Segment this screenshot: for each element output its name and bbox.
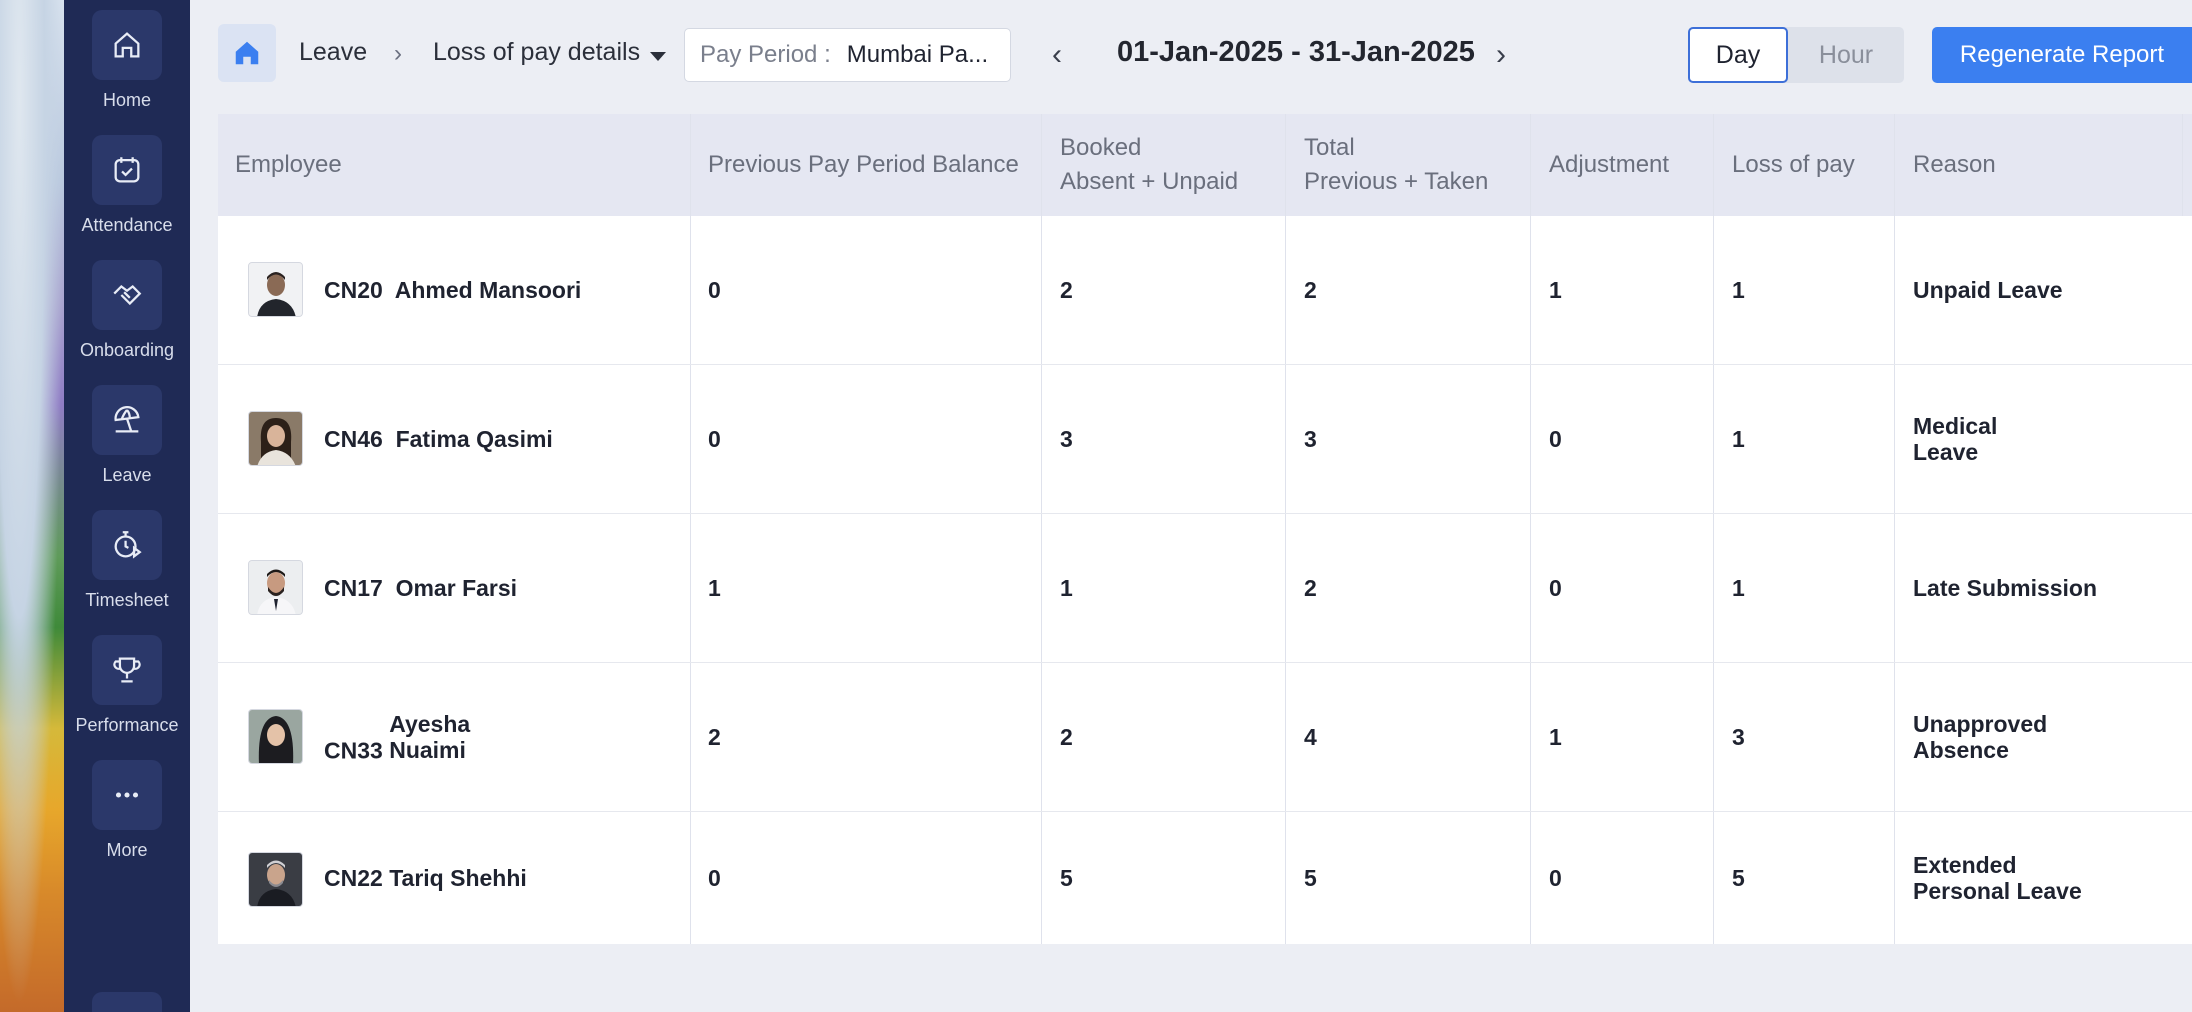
cell-loss-of-pay: 1 <box>1732 574 1745 601</box>
sidebar-collapse-button[interactable] <box>92 992 162 1012</box>
cell-adjustment: 0 <box>1549 574 1562 601</box>
toggle-hour-button[interactable]: Hour <box>1788 27 1904 83</box>
sidebar: Home Attendance Onboarding Leave Timeshe… <box>64 0 190 1012</box>
employee-name[interactable]: CN46 Fatima Qasimi <box>324 365 584 513</box>
handshake-icon <box>92 260 162 330</box>
sidebar-item-attendance[interactable]: Attendance <box>64 135 190 236</box>
breadcrumb-chevron-icon: › <box>394 40 402 67</box>
cell-adjustment: 1 <box>1549 276 1562 303</box>
sidebar-item-home[interactable]: Home <box>64 10 190 111</box>
date-range: 01-Jan-2025 - 31-Jan-2025 <box>1117 36 1475 68</box>
sidebar-item-more[interactable]: More <box>64 760 190 861</box>
pay-period-select[interactable]: Pay Period : Mumbai Pa... <box>684 28 1011 82</box>
avatar <box>248 852 303 907</box>
cell-booked: 2 <box>1060 276 1073 303</box>
table-header: Employee Previous Pay Period Balance Boo… <box>218 114 2192 216</box>
cell-total: 3 <box>1304 425 1317 452</box>
cell-loss-of-pay: 1 <box>1732 276 1745 303</box>
cell-total: 2 <box>1304 276 1317 303</box>
header-total: Total Previous + Taken <box>1287 114 1532 216</box>
cell-total: 2 <box>1304 574 1317 601</box>
pay-period-value: Mumbai Pa... <box>846 41 989 68</box>
stopwatch-icon <box>92 510 162 580</box>
sidebar-item-label: Performance <box>75 715 179 735</box>
cell-previous-balance: 0 <box>708 276 721 303</box>
sidebar-item-performance[interactable]: Performance <box>64 635 190 736</box>
table-row[interactable]: CN33 Ayesha Nuaimi 2 2 4 1 3 Unapproved … <box>218 663 2192 812</box>
employee-name[interactable]: CN22 Tariq Shehhi <box>324 812 584 944</box>
employee-name[interactable]: CN33 Ayesha Nuaimi <box>324 663 584 811</box>
table-row[interactable]: CN22 Tariq Shehhi 0 5 5 0 5 Extended Per… <box>218 812 2192 944</box>
sidebar-item-label: More <box>106 840 148 860</box>
unit-toggle: Day Hour <box>1688 27 1904 83</box>
cell-reason: Unpaid Leave <box>1913 276 2063 303</box>
table-row[interactable]: CN17 Omar Farsi 1 1 2 0 1 Late Submissio… <box>218 514 2192 663</box>
header-booked-line2: Absent + Unpaid <box>1060 168 1239 195</box>
cell-reason: Late Submission <box>1913 574 2098 601</box>
cell-booked: 5 <box>1060 864 1073 891</box>
header-total-line1: Total <box>1304 134 1355 162</box>
sidebar-item-label: Attendance <box>81 215 173 235</box>
home-icon <box>92 10 162 80</box>
cell-adjustment: 0 <box>1549 425 1562 452</box>
caret-down-icon[interactable] <box>650 52 666 61</box>
sidebar-item-timesheet[interactable]: Timesheet <box>64 510 190 611</box>
cell-adjustment: 0 <box>1549 864 1562 891</box>
cell-previous-balance: 1 <box>708 574 721 601</box>
cell-reason: Unapproved Absence <box>1913 710 2048 763</box>
cell-booked: 2 <box>1060 723 1073 750</box>
cell-previous-balance: 0 <box>708 425 721 452</box>
header-booked: Booked Absent + Unpaid <box>1043 114 1287 216</box>
avatar <box>248 560 303 615</box>
sidebar-item-leave[interactable]: Leave <box>64 385 190 486</box>
next-period-icon[interactable]: › <box>1496 38 1506 72</box>
header-total-line2: Previous + Taken <box>1304 168 1489 195</box>
previous-period-icon[interactable]: ‹ <box>1052 38 1062 72</box>
home-button[interactable] <box>218 24 276 82</box>
pay-period-label: Pay Period : <box>700 41 831 68</box>
cell-reason: Medical Leave <box>1913 412 1998 465</box>
cell-loss-of-pay: 3 <box>1732 723 1745 750</box>
loss-of-pay-table: Employee Previous Pay Period Balance Boo… <box>218 114 2192 944</box>
avatar <box>248 262 303 317</box>
column-divider <box>2182 114 2183 216</box>
avatar <box>248 411 303 466</box>
breadcrumb-leave[interactable]: Leave <box>299 38 367 67</box>
header-adjustment: Adjustment <box>1549 151 1670 179</box>
cell-loss-of-pay: 1 <box>1732 425 1745 452</box>
employee-name[interactable]: CN20 Ahmed Mansoori <box>324 216 584 364</box>
sidebar-item-label: Leave <box>102 465 152 485</box>
header-employee: Employee <box>235 151 342 179</box>
header-booked-line1: Booked <box>1060 134 1142 162</box>
table-row[interactable]: CN46 Fatima Qasimi 0 3 3 0 1 Medical Lea… <box>218 365 2192 514</box>
table-row[interactable]: CN20 Ahmed Mansoori 0 2 2 1 1 Unpaid Lea… <box>218 216 2192 365</box>
toggle-day-button[interactable]: Day <box>1688 27 1788 83</box>
cell-previous-balance: 2 <box>708 723 721 750</box>
home-icon <box>235 41 259 65</box>
more-dots-icon <box>92 760 162 830</box>
header-loss-of-pay: Loss of pay <box>1732 151 1855 179</box>
avatar <box>248 709 303 764</box>
cell-adjustment: 1 <box>1549 723 1562 750</box>
header-previous-balance: Previous Pay Period Balance <box>708 151 1019 179</box>
cell-booked: 1 <box>1060 574 1073 601</box>
cell-loss-of-pay: 5 <box>1732 864 1745 891</box>
header-reason: Reason <box>1913 151 1996 179</box>
cell-previous-balance: 0 <box>708 864 721 891</box>
cell-booked: 3 <box>1060 425 1073 452</box>
sidebar-item-label: Home <box>102 90 151 110</box>
cell-total: 5 <box>1304 864 1317 891</box>
calendar-check-icon <box>92 135 162 205</box>
cell-reason: Extended Personal Leave <box>1913 851 2082 904</box>
beach-umbrella-icon <box>92 385 162 455</box>
employee-name[interactable]: CN17 Omar Farsi <box>324 514 584 662</box>
breadcrumb-page-dropdown[interactable]: Loss of pay details <box>433 38 640 67</box>
sidebar-item-label: Onboarding <box>79 340 175 360</box>
trophy-icon <box>92 635 162 705</box>
regenerate-report-button[interactable]: Regenerate Report <box>1932 27 2192 83</box>
background-painting <box>0 0 64 1012</box>
sidebar-item-label: Timesheet <box>85 590 169 610</box>
sidebar-item-onboarding[interactable]: Onboarding <box>64 260 190 361</box>
cell-total: 4 <box>1304 723 1317 750</box>
